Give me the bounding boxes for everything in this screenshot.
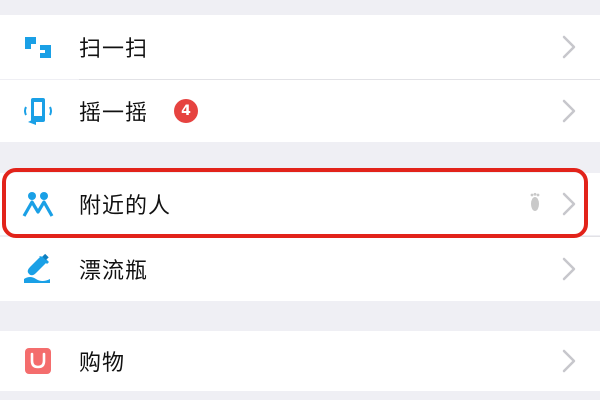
chevron-right-icon	[562, 349, 576, 373]
scan-icon	[22, 31, 54, 63]
shopping-bag-icon	[22, 345, 54, 377]
chevron-right-icon	[562, 192, 576, 216]
people-nearby-icon	[22, 188, 54, 220]
menu-item-label: 摇一摇	[79, 101, 149, 126]
menu-item-label: 扫一扫	[79, 37, 149, 62]
menu-item-label: 漂流瓶	[79, 259, 149, 284]
notification-badge: 4	[174, 99, 198, 123]
section-gap	[0, 142, 600, 173]
menu-item-scan[interactable]: 扫一扫	[0, 15, 600, 79]
chevron-right-icon	[562, 35, 576, 59]
menu-item-people-nearby[interactable]: 附近的人	[0, 173, 600, 235]
chevron-right-icon	[562, 99, 576, 123]
menu-item-drift-bottle[interactable]: 漂流瓶	[0, 237, 600, 301]
menu-item-shake[interactable]: 摇一摇 4	[0, 80, 600, 142]
menu-item-shopping[interactable]: 购物	[0, 331, 600, 391]
section-gap	[0, 301, 600, 331]
chevron-right-icon	[562, 257, 576, 281]
top-gap	[0, 0, 600, 15]
shake-icon	[22, 95, 54, 127]
footprint-icon	[528, 192, 542, 216]
drift-bottle-icon	[22, 253, 54, 285]
bottom-gap	[0, 391, 600, 400]
menu-item-label: 附近的人	[79, 194, 172, 219]
menu-item-label: 购物	[79, 351, 126, 376]
